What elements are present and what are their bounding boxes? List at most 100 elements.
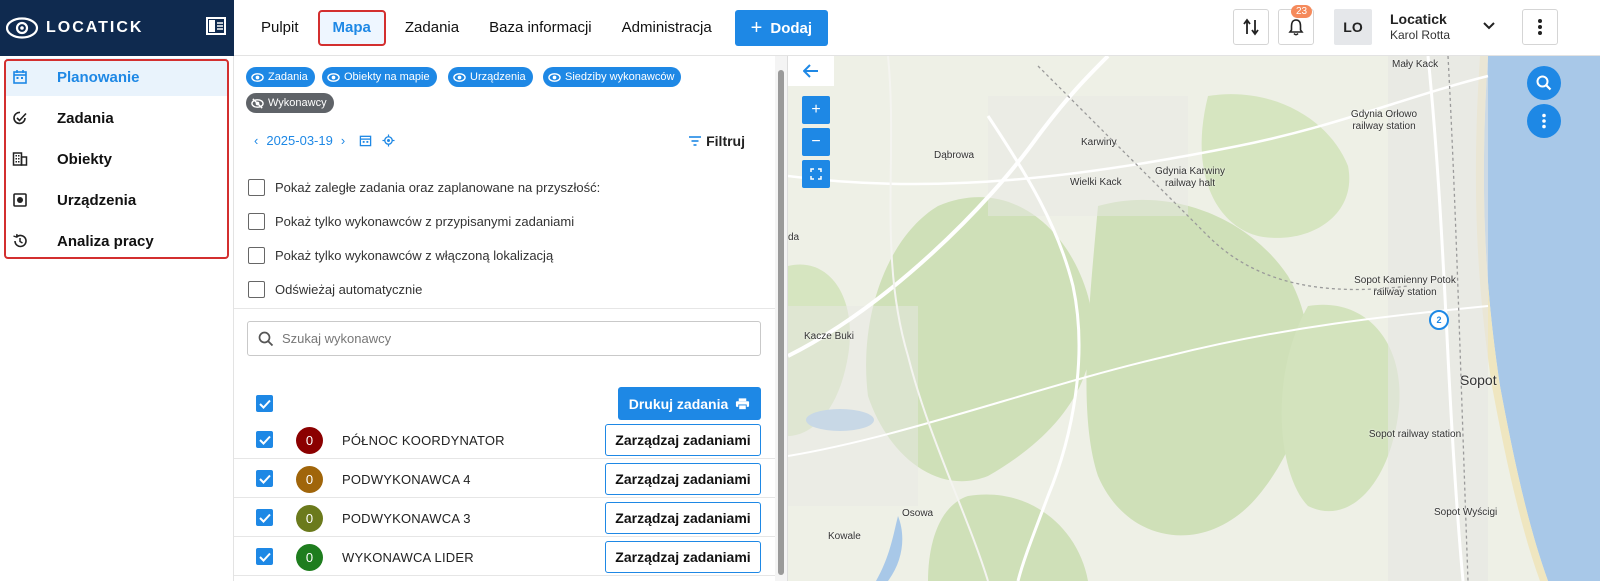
check-icon [258, 435, 271, 445]
table-row: 0 PODWYKONAWCA 3 Zarządzaj zadaniami [234, 499, 776, 537]
row-checkbox[interactable] [256, 509, 273, 526]
eye-icon [251, 72, 264, 82]
arrow-left-icon [803, 64, 818, 78]
search-input[interactable] [282, 331, 722, 346]
map-label: Sopot Kamienny Potok railway station [1354, 275, 1456, 298]
row-checkbox[interactable] [256, 431, 273, 448]
row-checkbox[interactable] [256, 548, 273, 565]
notifications-button[interactable]: 23 [1278, 5, 1314, 45]
manage-tasks-button[interactable]: Zarządzaj zadaniami [605, 463, 761, 495]
calendar-icon[interactable] [359, 134, 372, 147]
checkbox[interactable] [248, 281, 265, 298]
map-label: Dąbrowa [934, 150, 975, 161]
print-tasks-button[interactable]: Drukuj zadania [618, 387, 761, 420]
map-cluster-marker[interactable]: 2 [1429, 310, 1449, 330]
fullscreen-button[interactable] [802, 160, 830, 188]
option-assigned-only[interactable]: Pokaż tylko wykonawców z przypisanymi za… [248, 213, 574, 230]
eye-off-icon [251, 97, 264, 109]
task-count-badge: 0 [296, 466, 323, 493]
eye-icon [453, 72, 466, 82]
layer-chip-obiekty[interactable]: Obiekty na mapie [322, 67, 437, 87]
map-label: Karwiny [1081, 137, 1117, 148]
user-company: Locatick [1390, 11, 1447, 27]
checkbox[interactable] [248, 247, 265, 264]
option-auto-refresh[interactable]: Odświeżaj automatycznie [248, 281, 422, 298]
zoom-out-button[interactable]: − [802, 128, 830, 156]
nav-pulpit[interactable]: Pulpit [246, 10, 314, 46]
prev-date-icon[interactable]: ‹ [254, 133, 258, 148]
divider [234, 308, 776, 309]
locate-icon[interactable] [382, 134, 395, 147]
worker-name: PÓŁNOC KOORDYNATOR [342, 433, 505, 448]
fullscreen-icon [810, 168, 822, 180]
search-icon [258, 331, 274, 346]
planning-panel: Zadania Obiekty na mapie Urządzenia Sied… [234, 56, 788, 581]
chip-label: Obiekty na mapie [344, 71, 430, 83]
layer-chip-wykonawcy[interactable]: Wykonawcy [246, 93, 334, 113]
option-label: Pokaż tylko wykonawców z włączoną lokali… [275, 248, 554, 263]
brand[interactable]: LOCATICK [0, 0, 234, 56]
layer-chip-siedziby[interactable]: Siedziby wykonawców [543, 67, 682, 87]
user-name: Karol Rotta [1390, 28, 1451, 42]
nav-administracja[interactable]: Administracja [607, 10, 727, 46]
row-checkbox[interactable] [256, 470, 273, 487]
nav-baza-informacji[interactable]: Baza informacji [474, 10, 607, 46]
option-label: Odświeżaj automatycznie [275, 282, 423, 297]
add-button-label: Dodaj [770, 19, 813, 37]
collapse-panel-button[interactable] [788, 56, 834, 86]
check-icon [258, 552, 271, 562]
print-label: Drukuj zadania [628, 395, 729, 412]
plus-icon: + [811, 101, 821, 118]
option-location-only[interactable]: Pokaż tylko wykonawców z włączoną lokali… [248, 247, 553, 264]
map-label: Sopot [1460, 372, 1497, 388]
task-count-badge: 0 [296, 427, 323, 454]
chip-label: Wykonawcy [268, 97, 327, 109]
scroll-thumb[interactable] [778, 70, 784, 575]
manage-tasks-button[interactable]: Zarządzaj zadaniami [605, 502, 761, 534]
manage-tasks-button[interactable]: Zarządzaj zadaniami [605, 541, 761, 573]
chip-label: Siedziby wykonawców [565, 71, 675, 83]
nav-mapa[interactable]: Mapa [317, 10, 386, 46]
chevron-down-icon[interactable] [1482, 18, 1496, 32]
map-label: Sopot Wyścigi [1434, 507, 1498, 518]
chip-label: Zadania [268, 71, 308, 83]
option-overdue[interactable]: Pokaż zaległe zadania oraz zaplanowane n… [248, 179, 600, 196]
checkbox[interactable] [248, 213, 265, 230]
swap-vertical-icon [1243, 18, 1259, 36]
task-count-badge: 0 [296, 544, 323, 571]
select-all-checkbox[interactable] [256, 395, 273, 412]
next-date-icon[interactable]: › [341, 133, 345, 148]
brand-name: LOCATICK [46, 19, 144, 36]
map-label: Gdynia Orłowo railway station [1350, 109, 1418, 132]
sort-button[interactable] [1233, 9, 1269, 45]
avatar[interactable]: LO [1334, 9, 1372, 45]
main-nav: Pulpit Mapa Zadania Baza informacji Admi… [246, 0, 829, 56]
worker-name: WYKONAWCA LIDER [342, 550, 474, 565]
map-search-button[interactable] [1527, 66, 1561, 100]
locatick-logo-icon [6, 17, 39, 39]
printer-icon [736, 397, 750, 410]
plus-icon: + [750, 16, 763, 39]
more-vertical-icon [1542, 113, 1546, 129]
manage-tasks-button[interactable]: Zarządzaj zadaniami [605, 424, 761, 456]
more-menu-button[interactable] [1522, 9, 1558, 45]
search-icon [1536, 75, 1552, 91]
map-label: Sopot railway station [1368, 429, 1462, 440]
layer-chip-urzadzenia[interactable]: Urządzenia [448, 67, 533, 87]
zoom-in-button[interactable]: + [802, 96, 830, 124]
checkbox[interactable] [248, 179, 265, 196]
map-view[interactable]: Mały Kack Dąbrowa Karwiny Gdynia Orłowo … [788, 56, 1600, 581]
filter-button[interactable]: Filtruj [688, 133, 745, 149]
panel-toggle-icon[interactable] [206, 17, 226, 35]
table-row: 0 PODWYKONAWCA 4 Zarządzaj zadaniami [234, 460, 776, 498]
more-vertical-icon [1538, 19, 1542, 35]
current-date[interactable]: 2025-03-19 [266, 133, 333, 148]
map-label: Osowa [902, 508, 934, 519]
add-button[interactable]: + Dodaj [734, 10, 829, 46]
nav-zadania[interactable]: Zadania [390, 10, 474, 46]
panel-scrollbar[interactable] [775, 56, 787, 581]
date-navigator: ‹ 2025-03-19 › [254, 133, 395, 148]
layer-chip-zadania[interactable]: Zadania [246, 67, 315, 87]
check-icon [258, 399, 271, 409]
map-more-button[interactable] [1527, 104, 1561, 138]
